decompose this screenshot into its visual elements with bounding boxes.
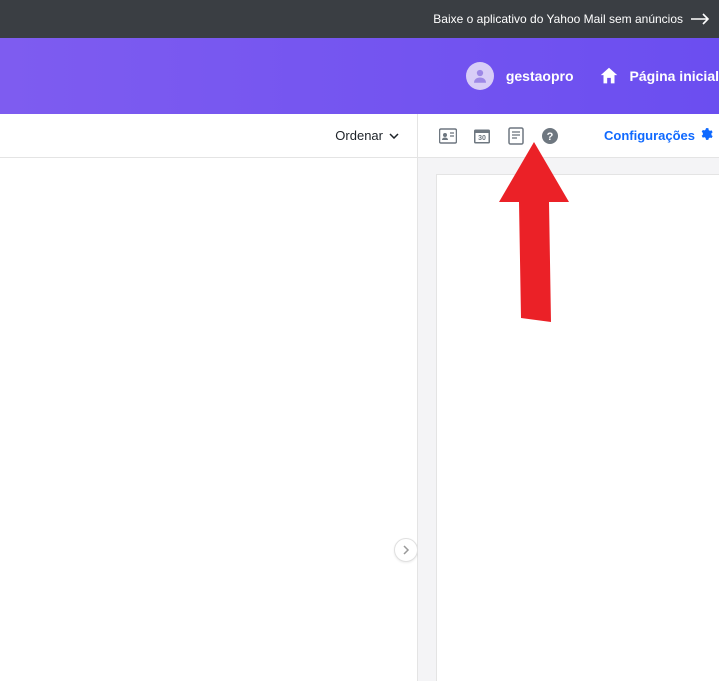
content-area (0, 158, 719, 681)
promo-banner[interactable]: Baixe o aplicativo do Yahoo Mail sem anú… (0, 0, 719, 38)
svg-text:?: ? (547, 131, 554, 143)
main-header: gestaopro Página inicial (0, 38, 719, 114)
svg-text:30: 30 (478, 135, 486, 142)
icon-group: 30 ? (438, 126, 560, 146)
contacts-icon[interactable] (438, 126, 458, 146)
toolbar-left: Ordenar (0, 114, 418, 157)
message-list-pane (0, 158, 418, 681)
sort-dropdown[interactable]: Ordenar (335, 128, 399, 143)
settings-label: Configurações (604, 128, 695, 143)
username-label[interactable]: gestaopro (506, 68, 574, 84)
preview-card (436, 174, 719, 681)
avatar[interactable] (466, 62, 494, 90)
sort-label: Ordenar (335, 128, 383, 143)
home-link[interactable]: Página inicial (598, 65, 719, 87)
expand-pane-button[interactable] (394, 538, 418, 562)
settings-link[interactable]: Configurações (604, 127, 713, 144)
gear-icon (699, 127, 713, 144)
chevron-down-icon (389, 133, 399, 139)
toolbar: Ordenar 30 ? Configurações (0, 114, 719, 158)
home-label: Página inicial (630, 68, 719, 84)
promo-banner-text: Baixe o aplicativo do Yahoo Mail sem anú… (433, 12, 683, 26)
calendar-icon[interactable]: 30 (472, 126, 492, 146)
home-icon (598, 65, 620, 87)
notepad-icon[interactable] (506, 126, 526, 146)
toolbar-right: 30 ? Configurações (418, 114, 719, 157)
arrow-right-icon (691, 12, 711, 26)
help-icon[interactable]: ? (540, 126, 560, 146)
preview-pane (418, 158, 719, 681)
